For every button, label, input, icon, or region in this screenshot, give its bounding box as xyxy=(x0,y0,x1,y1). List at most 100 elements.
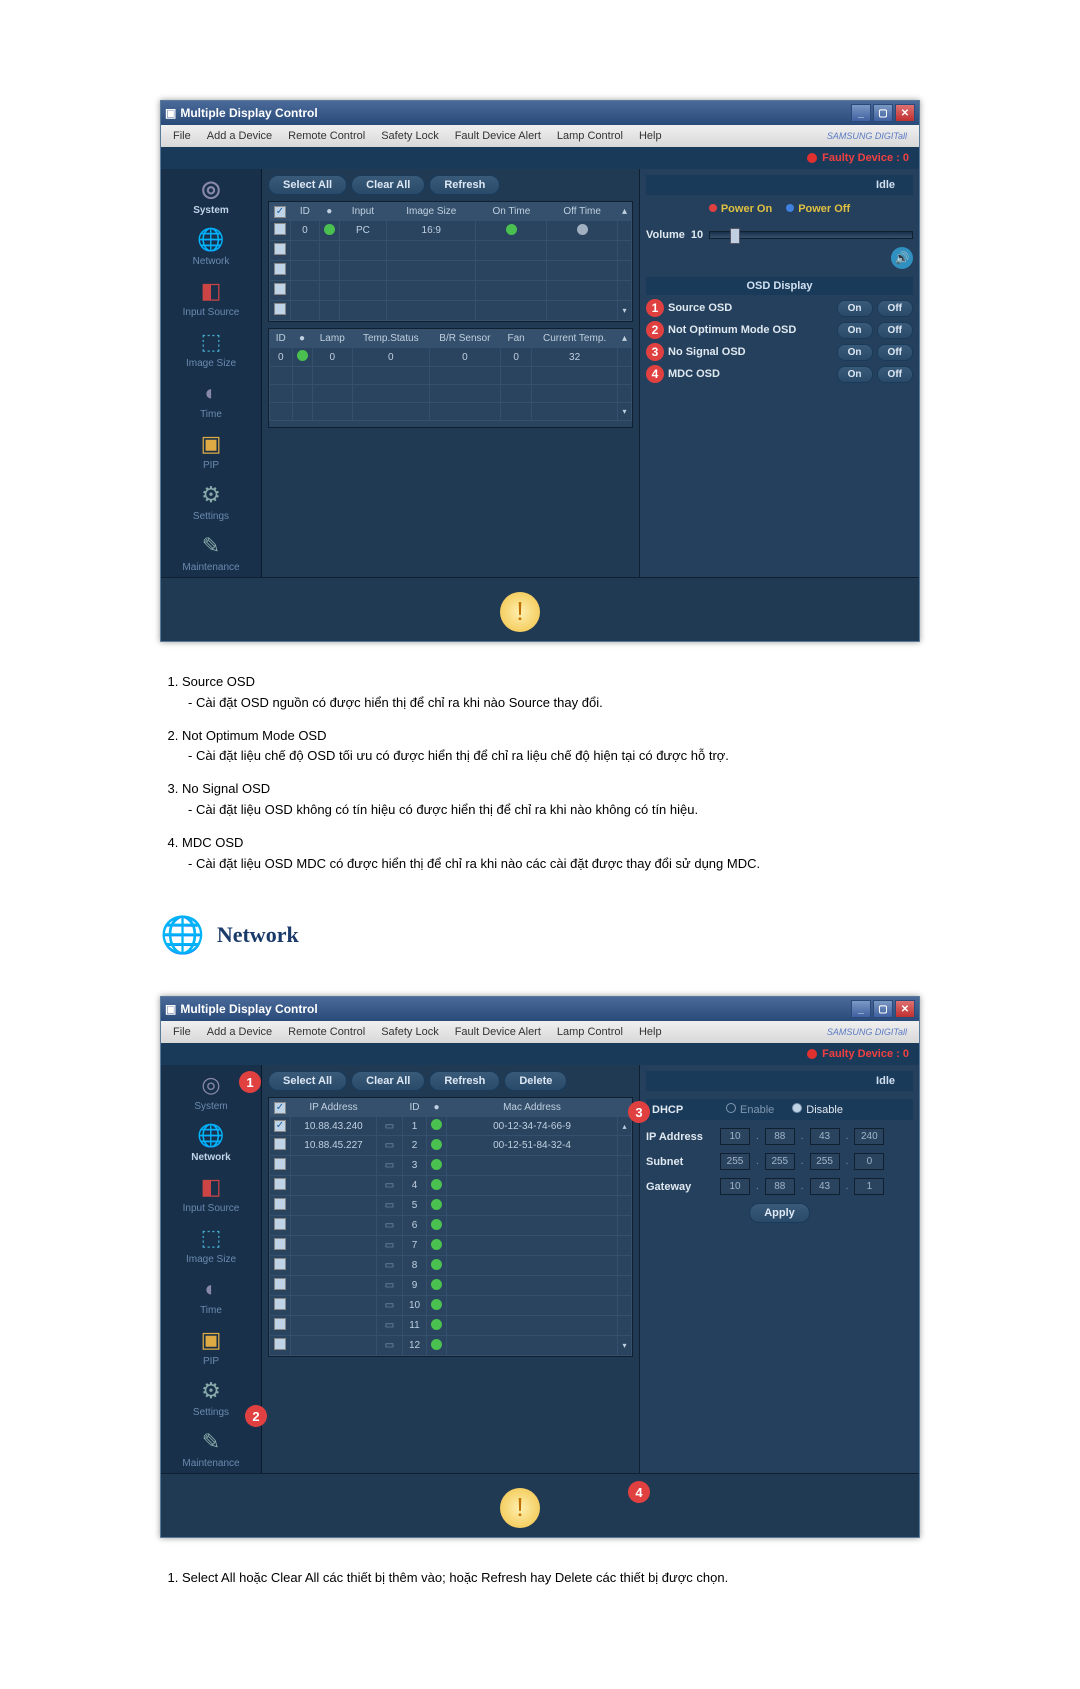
row-checkbox[interactable] xyxy=(274,223,286,235)
speaker-icon[interactable]: 🔊 xyxy=(891,247,913,269)
row-checkbox[interactable] xyxy=(274,1198,286,1210)
menu-help[interactable]: Help xyxy=(631,1026,670,1038)
power-off-button[interactable]: Power Off xyxy=(786,203,850,215)
table-row[interactable] xyxy=(270,261,632,281)
table-row[interactable]: ▭8 xyxy=(270,1256,632,1276)
scroll-down[interactable]: ▾ xyxy=(617,301,631,321)
menu-help[interactable]: Help xyxy=(631,130,670,142)
row-checkbox[interactable] xyxy=(274,1298,286,1310)
scroll-up[interactable]: ▴ xyxy=(617,203,631,221)
power-on-button[interactable]: Power On xyxy=(709,203,772,215)
row-checkbox[interactable] xyxy=(274,303,286,315)
minimize-button[interactable]: _ xyxy=(851,104,871,122)
volume-slider-thumb[interactable] xyxy=(730,228,740,244)
select-all-checkbox[interactable] xyxy=(274,206,286,218)
gw-2[interactable]: 88 xyxy=(765,1178,795,1195)
not-optimum-on-button[interactable]: On xyxy=(837,322,873,339)
no-signal-on-button[interactable]: On xyxy=(837,344,873,361)
row-checkbox[interactable] xyxy=(274,1338,286,1350)
menu-fault-device-alert[interactable]: Fault Device Alert xyxy=(447,1026,549,1038)
row-checkbox[interactable] xyxy=(274,1138,286,1150)
sidebar-item-image[interactable]: ⬚Image Size xyxy=(161,322,261,373)
table-row[interactable]: 10.88.43.240▭100-12-34-74-66-9▴ xyxy=(270,1117,632,1136)
sidebar-item-settings[interactable]: ⚙Settings xyxy=(161,475,261,526)
minimize-button[interactable]: _ xyxy=(851,1000,871,1018)
row-checkbox[interactable] xyxy=(274,1178,286,1190)
sidebar-item-network[interactable]: 🌐Network xyxy=(161,1116,261,1167)
table-row[interactable] xyxy=(270,385,632,403)
sidebar-item-pip[interactable]: ▣PIP xyxy=(161,1320,261,1371)
sidebar-item-time[interactable]: ◐Time xyxy=(161,373,261,424)
sidebar-item-system[interactable]: ◎System xyxy=(161,169,261,220)
menu-add-device[interactable]: Add a Device xyxy=(199,130,280,142)
select-all-checkbox[interactable] xyxy=(274,1102,286,1114)
table-row[interactable]: 10.88.45.227▭200-12-51-84-32-4 xyxy=(270,1136,632,1156)
apply-button[interactable]: Apply xyxy=(749,1203,810,1223)
gw-1[interactable]: 10 xyxy=(720,1178,750,1195)
maximize-button[interactable]: ▢ xyxy=(873,1000,893,1018)
row-checkbox[interactable] xyxy=(274,263,286,275)
row-checkbox[interactable] xyxy=(274,283,286,295)
select-all-button[interactable]: Select All xyxy=(268,1071,347,1091)
maximize-button[interactable]: ▢ xyxy=(873,104,893,122)
close-button[interactable]: ✕ xyxy=(895,1000,915,1018)
sidebar-item-input[interactable]: ◧Input Source xyxy=(161,1167,261,1218)
sidebar-item-pip[interactable]: ▣PIP xyxy=(161,424,261,475)
sidebar-item-network[interactable]: 🌐Network xyxy=(161,220,261,271)
row-checkbox[interactable] xyxy=(274,1158,286,1170)
table-row[interactable]: 0 PC 16:9 xyxy=(270,221,632,241)
table-row[interactable]: ▭4 xyxy=(270,1176,632,1196)
table-row[interactable] xyxy=(270,367,632,385)
sidebar-item-input[interactable]: ◧Input Source xyxy=(161,271,261,322)
table-row[interactable]: ▭10 xyxy=(270,1296,632,1316)
menu-lamp-control[interactable]: Lamp Control xyxy=(549,1026,631,1038)
table-row[interactable]: ▭11 xyxy=(270,1316,632,1336)
scroll-up[interactable]: ▴ xyxy=(618,1117,632,1136)
table-row[interactable]: ▭9 xyxy=(270,1276,632,1296)
scroll-up[interactable]: ▴ xyxy=(617,330,631,348)
row-checkbox[interactable] xyxy=(274,1238,286,1250)
row-checkbox[interactable] xyxy=(274,1258,286,1270)
table-row[interactable]: ▭5 xyxy=(270,1196,632,1216)
scroll-down[interactable]: ▾ xyxy=(618,1336,632,1356)
ip-part-4[interactable]: 240 xyxy=(854,1128,884,1145)
menu-add-device[interactable]: Add a Device xyxy=(199,1026,280,1038)
delete-button[interactable]: Delete xyxy=(504,1071,567,1091)
subnet-2[interactable]: 255 xyxy=(765,1153,795,1170)
sidebar-item-image[interactable]: ⬚Image Size xyxy=(161,1218,261,1269)
menu-remote-control[interactable]: Remote Control xyxy=(280,130,373,142)
table-row[interactable]: ▾ xyxy=(270,301,632,321)
clear-all-button[interactable]: Clear All xyxy=(351,1071,425,1091)
dhcp-enable-radio[interactable]: Enable xyxy=(726,1103,774,1116)
not-optimum-off-button[interactable]: Off xyxy=(877,322,913,339)
volume-slider[interactable] xyxy=(709,231,913,239)
ip-part-2[interactable]: 88 xyxy=(765,1128,795,1145)
scroll-down[interactable]: ▾ xyxy=(617,403,631,421)
refresh-button[interactable]: Refresh xyxy=(429,1071,500,1091)
table-row[interactable] xyxy=(270,241,632,261)
gw-4[interactable]: 1 xyxy=(854,1178,884,1195)
table-row[interactable]: ▭3 xyxy=(270,1156,632,1176)
subnet-4[interactable]: 0 xyxy=(854,1153,884,1170)
row-checkbox[interactable] xyxy=(274,243,286,255)
row-checkbox[interactable] xyxy=(274,1218,286,1230)
table-row[interactable]: ▭12▾ xyxy=(270,1336,632,1356)
no-signal-off-button[interactable]: Off xyxy=(877,344,913,361)
row-checkbox[interactable] xyxy=(274,1318,286,1330)
subnet-3[interactable]: 255 xyxy=(810,1153,840,1170)
refresh-button[interactable]: Refresh xyxy=(429,175,500,195)
table-row[interactable] xyxy=(270,281,632,301)
menu-safety-lock[interactable]: Safety Lock xyxy=(373,1026,446,1038)
mdc-osd-on-button[interactable]: On xyxy=(837,366,873,383)
dhcp-disable-radio[interactable]: Disable xyxy=(792,1103,843,1116)
table-row[interactable]: ▾ xyxy=(270,403,632,421)
menu-file[interactable]: File xyxy=(165,130,199,142)
mdc-osd-off-button[interactable]: Off xyxy=(877,366,913,383)
ip-part-3[interactable]: 43 xyxy=(810,1128,840,1145)
clear-all-button[interactable]: Clear All xyxy=(351,175,425,195)
menu-remote-control[interactable]: Remote Control xyxy=(280,1026,373,1038)
menu-file[interactable]: File xyxy=(165,1026,199,1038)
sidebar-item-maintenance[interactable]: ✎Maintenance xyxy=(161,1422,261,1473)
menu-lamp-control[interactable]: Lamp Control xyxy=(549,130,631,142)
close-button[interactable]: ✕ xyxy=(895,104,915,122)
